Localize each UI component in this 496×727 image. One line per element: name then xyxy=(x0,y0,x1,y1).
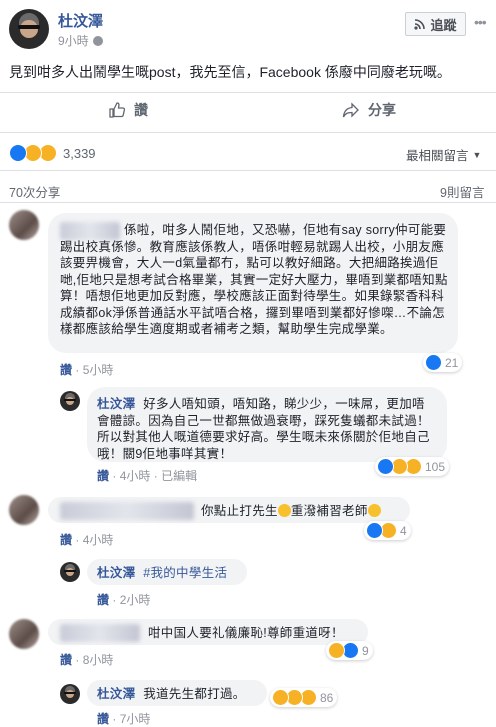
reply-like-link[interactable]: 讚 xyxy=(97,593,109,607)
comment-timestamp[interactable]: 5小時 xyxy=(83,363,114,377)
reply-actions: 讚 · 2小時 xyxy=(97,593,151,607)
follow-button[interactable]: 追蹤 xyxy=(405,12,466,36)
comment-text-block: 你點止打先生 重潑補習老師 xyxy=(201,503,381,520)
rss-follow-icon xyxy=(414,19,426,30)
comment-like-link[interactable]: 讚 xyxy=(60,653,72,667)
commenter-name-redacted[interactable] xyxy=(60,624,140,642)
reaction-count: 3,339 xyxy=(63,145,96,161)
reply-author-name[interactable]: 杜汶澤 xyxy=(97,687,135,701)
post-timestamp[interactable]: 9小時 xyxy=(58,32,103,49)
haha-reaction-icon xyxy=(328,642,345,659)
comment-count[interactable]: 9則留言 xyxy=(440,182,484,201)
reply-actions: 讚 · 7小時 xyxy=(97,712,151,726)
like-reaction-icon xyxy=(366,522,383,539)
reply-like-link[interactable]: 讚 xyxy=(97,469,109,483)
reply-actions: 讚 · 4小時 · 已編輯 xyxy=(97,469,198,483)
divider xyxy=(0,92,496,93)
reply-text-block: 杜汶澤 我道先生都打過。 xyxy=(97,686,246,703)
sort-dropdown[interactable]: 最相關留言 ▼ xyxy=(406,145,481,164)
reply-author-name[interactable]: 杜汶澤 xyxy=(97,566,135,580)
reply-author-avatar[interactable] xyxy=(60,391,80,411)
comment-reactions[interactable]: 21 xyxy=(423,353,463,372)
commenter-name-redacted[interactable] xyxy=(60,502,194,520)
like-reaction-icon xyxy=(377,458,394,475)
divider xyxy=(0,170,496,171)
crying-laughing-emoji-icon xyxy=(367,504,381,517)
post-author-name[interactable]: 杜汶澤 xyxy=(58,10,103,31)
commenter-avatar[interactable] xyxy=(9,210,39,240)
divider xyxy=(0,132,496,133)
reply-author-avatar[interactable] xyxy=(60,684,80,704)
comment-like-link[interactable]: 讚 xyxy=(60,363,72,377)
reply-text: 我道先生都打過。 xyxy=(143,687,246,701)
hashtag-link[interactable]: #我的中學生活 xyxy=(143,566,227,580)
reply-text: 好多人唔知頭，唔知路，睇少少，一味屌，更加唔會體諒。因為自己一世都無做過衰嘢，踩… xyxy=(97,397,430,461)
divider xyxy=(0,202,496,203)
reply-text-block: 杜汶澤 #我的中學生活 xyxy=(97,565,227,582)
commenter-avatar[interactable] xyxy=(9,619,39,649)
like-reaction-icon xyxy=(425,354,442,371)
reaction-summary[interactable]: 3,339 xyxy=(9,144,96,162)
thumbs-up-icon xyxy=(109,102,126,118)
share-button[interactable]: 分享 xyxy=(342,100,396,120)
comment-like-link[interactable]: 讚 xyxy=(60,533,72,547)
more-options-icon[interactable]: ••• xyxy=(474,14,487,30)
globe-icon xyxy=(92,35,103,46)
chevron-down-icon: ▼ xyxy=(472,149,482,160)
comment-actions: 讚 · 5小時 xyxy=(60,363,114,377)
thinking-emoji-icon xyxy=(277,504,291,517)
reply-author-avatar[interactable] xyxy=(60,562,80,582)
comment-reactions[interactable]: 4 xyxy=(364,521,411,540)
comment-timestamp[interactable]: 4小時 xyxy=(83,533,114,547)
reply-timestamp[interactable]: 4小時 xyxy=(120,469,151,483)
edited-label[interactable]: 已編輯 xyxy=(161,469,197,483)
comment-actions: 讚 · 8小時 xyxy=(60,653,114,667)
like-reaction-icon xyxy=(9,144,27,162)
share-arrow-icon xyxy=(342,102,359,118)
share-count[interactable]: 70次分享 xyxy=(9,182,60,201)
reply-reactions[interactable]: 105 xyxy=(375,457,450,476)
reply-reactions[interactable]: 86 xyxy=(270,688,338,707)
post-text: 見到咁多人出鬧學生嘅post，我先至信，Facebook 係廢中同廢老玩嘅。 xyxy=(9,64,451,80)
reply-author-name[interactable]: 杜汶澤 xyxy=(97,397,135,411)
reply-like-link[interactable]: 讚 xyxy=(97,712,109,726)
reply-timestamp[interactable]: 7小時 xyxy=(120,712,151,726)
author-avatar[interactable] xyxy=(9,9,49,49)
commenter-avatar[interactable] xyxy=(9,495,39,525)
comment-text: 咁中国人要礼儀廉恥!尊師重道呀！ xyxy=(148,626,344,640)
like-button[interactable]: 讚 xyxy=(108,100,148,120)
comment-text: 係啦，咁多人鬧佢地，又恐嚇，佢地有say sorry仲可能要踢出校真係慘。教育應… xyxy=(60,223,448,336)
comment-actions: 讚 · 4小時 xyxy=(60,533,114,547)
reply-timestamp[interactable]: 2小時 xyxy=(120,593,151,607)
comment-reactions[interactable]: 9 xyxy=(326,641,373,660)
reply-text-block: 杜汶澤 好多人唔知頭，唔知路，睇少少，一味屌，更加唔會體諒。因為自己一世都無做過… xyxy=(97,396,437,462)
haha-reaction-icon xyxy=(272,689,289,706)
comment-timestamp[interactable]: 8小時 xyxy=(83,653,114,667)
